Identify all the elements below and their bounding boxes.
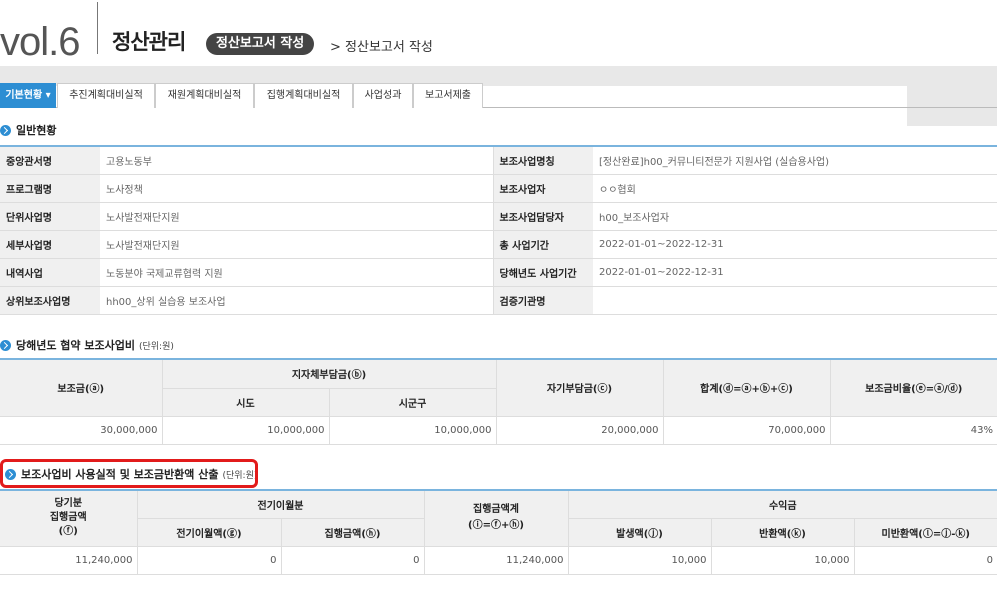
- info-value: 고용노동부: [100, 146, 494, 175]
- tab-bar: 기본현황 ▾ 추진계획대비실적 재원계획대비실적 집행계획대비실적 사업성과 보…: [0, 82, 997, 108]
- cell-sigungu: 10,000,000: [328, 415, 497, 445]
- section-heading-general: 일반현황: [0, 122, 56, 138]
- tab-progress-plan[interactable]: 추진계획대비실적: [57, 83, 155, 108]
- info-value: 노동분야 국제교류협력 지원: [100, 258, 494, 287]
- header-line: 집행금액계: [473, 504, 519, 516]
- col-income: 수익금: [567, 489, 997, 519]
- col-self-burden: 자기부담금(ⓒ): [495, 358, 664, 417]
- unit-label: (단위:원): [138, 341, 174, 352]
- table-row: 프로그램명 노사정책 보조사업자 ㅇㅇ협회: [0, 174, 997, 203]
- cell-current-exec: 11,240,000: [0, 545, 138, 575]
- cell-unreturned: 0: [853, 545, 997, 575]
- cell-sido: 10,000,000: [161, 415, 330, 445]
- tab-report-submit[interactable]: 보고서제출: [413, 83, 483, 108]
- info-label: 당해년도 사업기간: [493, 258, 593, 287]
- header-line: (ⓕ): [58, 526, 78, 538]
- info-value: 2022-01-01~2022-12-31: [593, 230, 997, 259]
- col-sido: 시도: [162, 387, 330, 417]
- tab-finance-plan[interactable]: 재원계획대비실적: [155, 83, 254, 108]
- col-unreturned: 미반환액(ⓛ=ⓙ-ⓚ): [853, 517, 997, 547]
- table-row: 내역사업 노동분야 국제교류협력 지원 당해년도 사업기간 2022-01-01…: [0, 258, 997, 287]
- info-label: 보조사업담당자: [493, 202, 593, 231]
- cell-returned: 10,000: [710, 545, 855, 575]
- col-carry-exec: 집행금액(ⓗ): [280, 517, 425, 547]
- table-row: 단위사업명 노사발전재단지원 보조사업담당자 h00_보조사업자: [0, 202, 997, 231]
- info-value: 노사발전재단지원: [100, 230, 494, 259]
- header-row: 보조금(ⓐ) 지자체부담금(ⓑ) 자기부담금(ⓒ) 합계(ⓓ=ⓐ+ⓑ+ⓒ) 보조…: [0, 358, 997, 417]
- volume-label: vol.6: [0, 20, 80, 64]
- tab-basic-status[interactable]: 기본현황 ▾: [0, 83, 56, 108]
- table-row: 중앙관서명 고용노동부 보조사업명칭 [정산완료]h00_커뮤니티전문가 지원사…: [0, 146, 997, 175]
- info-label: 보조사업자: [493, 174, 593, 203]
- cell-self: 20,000,000: [495, 415, 664, 445]
- tab-execution-plan[interactable]: 집행계획대비실적: [254, 83, 353, 108]
- chevron-right-icon: [0, 124, 11, 136]
- header-line: 당기분: [54, 498, 83, 510]
- header-line: 집행금액: [49, 512, 87, 524]
- general-info-table: 중앙관서명 고용노동부 보조사업명칭 [정산완료]h00_커뮤니티전문가 지원사…: [0, 145, 997, 315]
- col-ratio: 보조금비율(ⓔ=ⓐ/ⓓ): [829, 358, 997, 417]
- highlight-box: [0, 459, 258, 488]
- breadcrumb: > 정산보고서 작성: [330, 40, 433, 55]
- info-value: 노사정책: [100, 174, 494, 203]
- info-label: 검증기관명: [493, 286, 593, 315]
- table-row: 30,000,000 10,000,000 10,000,000 20,000,…: [0, 415, 997, 445]
- table-row: 상위보조사업명 hh00_상위 실습용 보조사업 검증기관명: [0, 286, 997, 315]
- info-label: 단위사업명: [0, 202, 100, 231]
- section-title: 일반현황: [16, 124, 57, 137]
- info-label: 상위보조사업명: [0, 286, 100, 315]
- col-current-exec: 당기분 집행금액 (ⓕ): [0, 489, 138, 547]
- col-sigungu: 시군구: [328, 387, 496, 417]
- section-title: 당해년도 협약 보조사업비: [16, 339, 135, 352]
- header-line: (ⓘ=ⓕ+ⓗ): [468, 520, 524, 532]
- info-value: [정산완료]h00_커뮤니티전문가 지원사업 (실습용사업): [593, 146, 997, 175]
- col-carryover: 전기이월분: [136, 489, 425, 519]
- col-total: 합계(ⓓ=ⓐ+ⓑ+ⓒ): [662, 358, 831, 417]
- page-subtitle-badge: 정산보고서 작성: [206, 33, 315, 55]
- info-label: 세부사업명: [0, 230, 100, 259]
- info-value: hh00_상위 실습용 보조사업: [100, 286, 494, 315]
- info-value: 노사발전재단지원: [100, 202, 494, 231]
- col-local-burden: 지자체부담금(ⓑ): [161, 358, 497, 389]
- header-row: 당기분 집행금액 (ⓕ) 전기이월분 집행금액계 (ⓘ=ⓕ+ⓗ) 수익금: [0, 489, 997, 547]
- cell-carry-exec: 0: [280, 545, 425, 575]
- header-divider: [97, 2, 98, 54]
- col-carry-amount: 전기이월액(ⓖ): [137, 517, 282, 547]
- chevron-right-icon: [0, 339, 11, 351]
- col-subsidy: 보조금(ⓐ): [0, 358, 163, 417]
- page-title: 정산관리: [112, 30, 186, 54]
- info-label: 보조사업명칭: [493, 146, 593, 175]
- section-heading-agreement: 당해년도 협약 보조사업비 (단위:원): [0, 337, 174, 353]
- page-header: vol.6 정산관리 정산보고서 작성 > 정산보고서 작성: [0, 0, 997, 126]
- cell-ratio: 43%: [829, 415, 997, 445]
- info-value: h00_보조사업자: [593, 202, 997, 231]
- cell-occurred: 10,000: [567, 545, 712, 575]
- cell-subsidy: 30,000,000: [0, 415, 163, 445]
- col-exec-total: 집행금액계 (ⓘ=ⓕ+ⓗ): [423, 489, 569, 547]
- info-label: 내역사업: [0, 258, 100, 287]
- cell-exec-total: 11,240,000: [423, 545, 569, 575]
- info-label: 중앙관서명: [0, 146, 100, 175]
- info-value: [593, 286, 997, 315]
- table-row: 11,240,000 0 0 11,240,000 10,000 10,000 …: [0, 545, 997, 575]
- info-label: 총 사업기간: [493, 230, 593, 259]
- info-value: ㅇㅇ협회: [593, 174, 997, 203]
- col-occurred: 발생액(ⓙ): [567, 517, 712, 547]
- table-row: 세부사업명 노사발전재단지원 총 사업기간 2022-01-01~2022-12…: [0, 230, 997, 259]
- usage-table: 당기분 집행금액 (ⓕ) 전기이월분 집행금액계 (ⓘ=ⓕ+ⓗ) 수익금 전기이…: [0, 489, 997, 575]
- col-returned: 반환액(ⓚ): [710, 517, 855, 547]
- cell-total: 70,000,000: [662, 415, 831, 445]
- tab-performance[interactable]: 사업성과: [353, 83, 413, 108]
- agreement-table: 보조금(ⓐ) 지자체부담금(ⓑ) 자기부담금(ⓒ) 합계(ⓓ=ⓐ+ⓑ+ⓒ) 보조…: [0, 358, 997, 445]
- info-value: 2022-01-01~2022-12-31: [593, 258, 997, 287]
- info-label: 프로그램명: [0, 174, 100, 203]
- cell-carry-amount: 0: [136, 545, 282, 575]
